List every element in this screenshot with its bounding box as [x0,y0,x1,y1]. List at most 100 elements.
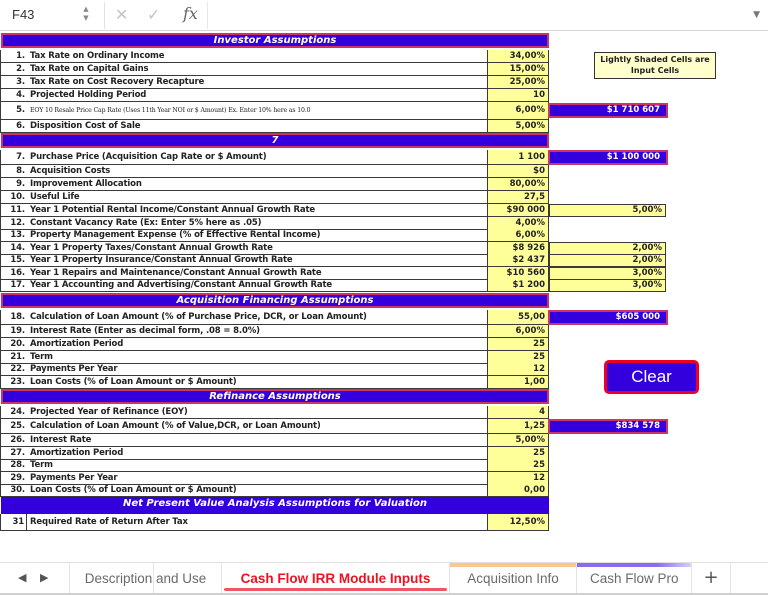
input-cell[interactable]: 1 100 000,00 [487,150,549,176]
input-cell[interactable]: $1 200 [487,279,549,292]
name-box[interactable]: F43 [12,7,34,22]
input-cell[interactable]: 4,00% [487,217,549,230]
growth-rate-property-insurance[interactable]: 2,00% [549,254,666,267]
row-label: Constant Vacancy Rate (Ex: Enter 5% here… [30,218,262,228]
cancel-icon[interactable]: ✕ [115,5,128,24]
formula-expand-icon[interactable]: ▼ [753,10,760,20]
table-row[interactable]: 1. Tax Rate on Ordinary Income 34,00% [0,50,549,63]
table-row[interactable]: 20. Amortization Period 25 [0,338,549,351]
input-cell[interactable]: $90 000 [487,204,549,217]
previous-sheet-icon[interactable]: ◀ [18,571,26,584]
table-row[interactable]: 24. Projected Year of Refinance (EOY) 4 [0,406,549,419]
growth-rate-rental-income[interactable]: 5,00% [549,204,666,217]
table-row[interactable]: 11. Year 1 Potential Rental Income/Consta… [0,204,549,217]
row-label: Year 1 Accounting and Advertising/Consta… [30,280,333,290]
growth-rate-accounting[interactable]: 3,00% [549,279,666,292]
table-row[interactable]: 23. Loan Costs (% of Loan Amount or $ Amo… [0,376,549,389]
table-row[interactable]: 9. Improvement Allocation 80,00% [0,178,549,191]
table-row[interactable]: 7. Purchase Price (Acquisition Cap Rate o… [0,150,549,176]
stepper-down-icon[interactable]: ▼ [81,14,91,23]
input-cell[interactable]: 55,00 [487,310,549,325]
input-cell[interactable]: $10 560 [487,267,549,280]
input-cell[interactable]: 5,00% [487,120,549,133]
input-cell[interactable]: 12,50% [487,514,549,531]
input-cell[interactable]: 4 [487,406,549,419]
input-cell[interactable]: 6,00% [487,325,549,338]
input-cell[interactable]: 25 [487,459,549,472]
row-label: Payments Per Year [30,364,118,374]
input-cell[interactable]: 34,00% [487,50,549,63]
input-cell[interactable]: 1,00 [487,376,549,389]
input-cell[interactable]: $2 437 [487,254,549,267]
table-row[interactable]: 31 Required Rate of Return After Tax 12,50… [0,514,549,531]
input-cell[interactable]: 25 [487,338,549,351]
input-cell[interactable]: 25 [487,447,549,460]
table-row[interactable]: 2. Tax Rate on Capital Gains 15,00% [0,63,549,76]
input-cell[interactable]: 10 [487,89,549,102]
table-row[interactable]: 28. Term 25 [0,459,549,472]
row-label: Loan Costs (% of Loan Amount or $ Amount… [30,377,237,387]
input-cell[interactable]: 15,00% [487,63,549,76]
table-row[interactable]: 19. Interest Rate (Enter as decimal form,… [0,325,549,338]
confirm-icon[interactable]: ✓ [147,5,160,24]
add-sheet-button[interactable]: + [692,563,731,594]
tab-description-and-use[interactable]: Description and Use [69,563,222,594]
section-header-property: 7 [1,133,549,148]
row-label: Property Management Expense (% of Effect… [30,230,321,240]
input-cell[interactable]: 12 [487,472,549,485]
table-row[interactable]: 29. Payments Per Year 12 [0,472,549,485]
input-cell[interactable]: 25 [487,351,549,364]
table-row[interactable]: 16. Year 1 Repairs and Maintenance/Consta… [0,267,549,280]
row-label: Tax Rate on Capital Gains [30,64,149,74]
formula-bar-divider [207,2,208,29]
calculated-purchase-price: $1 100 000 [548,150,668,165]
input-cell[interactable]: 6,00% [487,102,549,120]
input-cell[interactable]: $0 [487,165,549,178]
table-row[interactable]: 5. EOY 10 Resale Price Cap Rate (Uses 11t… [0,102,549,120]
name-box-stepper[interactable]: ▲ ▼ [81,5,91,25]
table-row[interactable]: 15. Year 1 Property Insurance/Constant An… [0,254,549,267]
tab-acquisition-info[interactable]: Acquisition Info [450,563,577,594]
table-row[interactable]: 8. Acquisition Costs $0 [0,165,549,178]
input-cell[interactable]: 5,00% [487,434,549,447]
input-cell[interactable]: 12 [487,363,549,376]
input-cell[interactable]: 0,00 [487,484,549,497]
input-cell[interactable]: 6,00% [487,229,549,242]
input-cell[interactable]: 1,25 [487,419,549,434]
clear-button[interactable]: Clear [604,360,699,394]
calculated-loan-amount: $605 000 [548,310,668,325]
table-row[interactable]: 17. Year 1 Accounting and Advertising/Con… [0,279,549,292]
row-label: Year 1 Potential Rental Income/Constant … [30,205,316,215]
row-label: Projected Year of Refinance (EOY) [30,407,188,417]
table-row[interactable]: 14. Year 1 Property Taxes/Constant Annual… [0,242,549,255]
table-row[interactable]: 21. Term 25 [0,351,549,364]
input-cell[interactable]: 25,00% [487,76,549,89]
input-cell[interactable]: $8 926 [487,242,549,255]
table-row[interactable]: 26. Interest Rate 5,00% [0,434,549,447]
spreadsheet-grid[interactable]: Investor Assumptions 1. Tax Rate on Ordin… [0,32,768,560]
row-label: EOY 10 Resale Price Cap Rate (Uses 11th … [30,107,311,114]
table-row[interactable]: 27. Amortization Period 25 [0,447,549,460]
input-cell[interactable]: 80,00% [487,178,549,191]
stepper-up-icon[interactable]: ▲ [81,5,91,14]
table-row[interactable]: 22. Payments Per Year 12 [0,363,549,376]
tab-cash-flow-irr-module-inputs[interactable]: Cash Flow IRR Module Inputs [222,563,450,594]
table-row[interactable]: 10. Useful Life 27,5 [0,191,549,204]
row-label: Purchase Price (Acquisition Cap Rate or … [30,152,267,162]
table-row[interactable]: 4. Projected Holding Period 10 [0,89,549,102]
table-row[interactable]: 30. Loan Costs (% of Loan Amount or $ Amo… [0,484,549,497]
table-row[interactable]: 12. Constant Vacancy Rate (Ex: Enter 5% h… [0,217,549,230]
table-row[interactable]: 13. Property Management Expense (% of Eff… [0,229,549,242]
table-row[interactable]: 25. Calculation of Loan Amount (% of Valu… [0,419,549,434]
table-row[interactable]: 18. Calculation of Loan Amount (% of Purc… [0,310,549,325]
function-icon[interactable]: fx [183,4,198,23]
row-label: Tax Rate on Cost Recovery Recapture [30,77,205,87]
input-cell[interactable]: 27,5 [487,191,549,204]
next-sheet-icon[interactable]: ▶ [40,571,48,584]
row-label: Acquisition Costs [30,166,111,176]
table-row[interactable]: 3. Tax Rate on Cost Recovery Recapture 25,… [0,76,549,89]
section-header-npv: Net Present Value Analysis Assumptions f… [1,497,549,514]
row-label: Year 1 Property Taxes/Constant Annual Gr… [30,243,273,253]
table-row[interactable]: 6. Disposition Cost of Sale 5,00% [0,120,549,133]
tab-cash-flow-pro[interactable]: Cash Flow Pro [577,563,692,594]
